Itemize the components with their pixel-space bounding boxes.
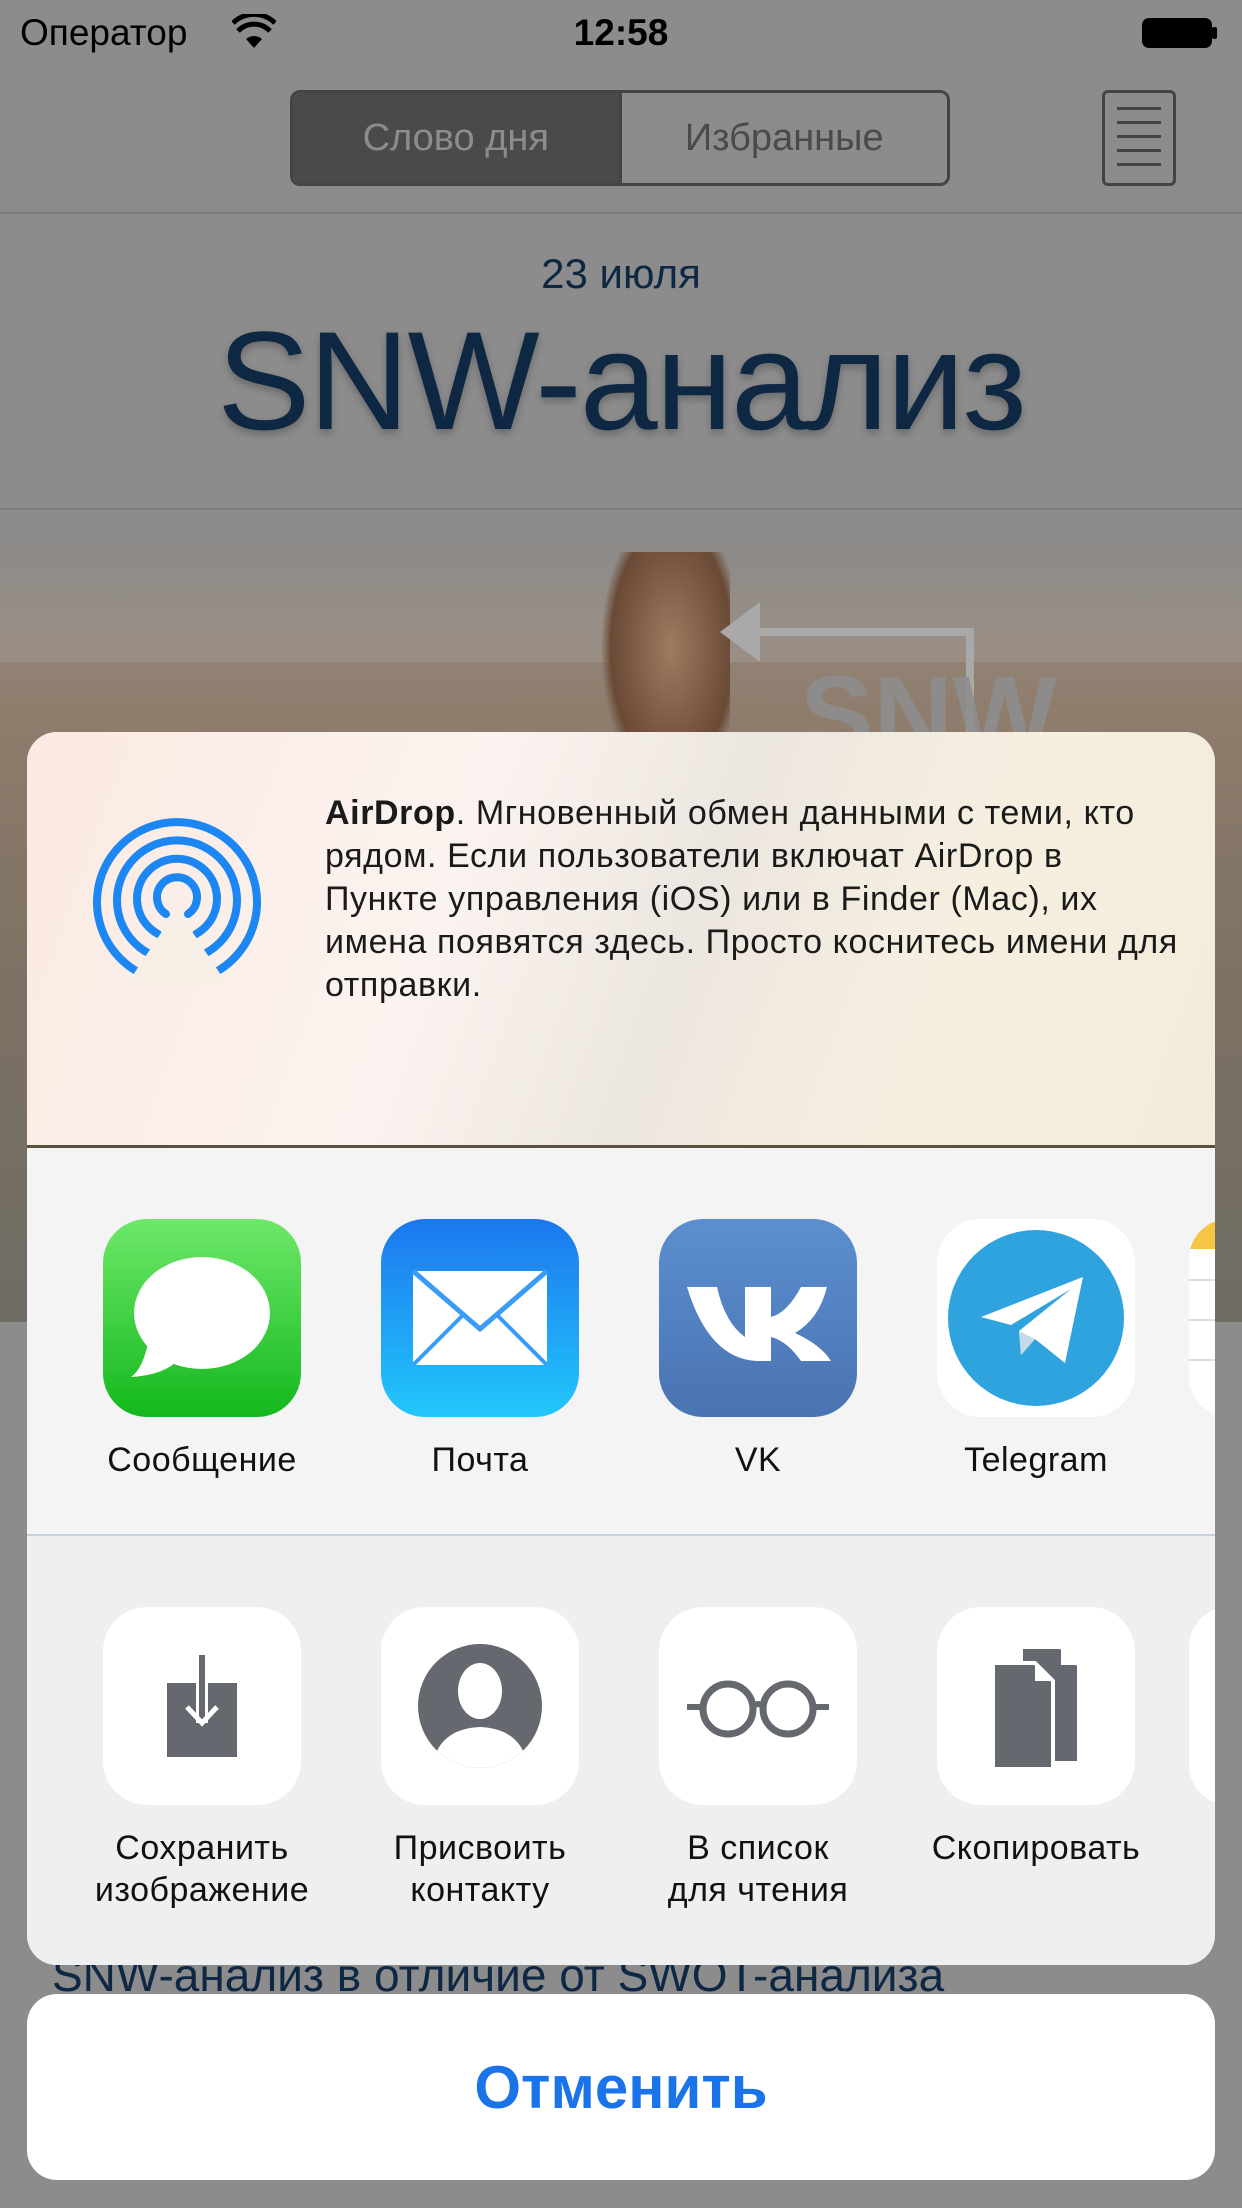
share-sheet: AirDrop. Мгновенный обмен данными с теми… [27,732,1215,1965]
action-label: В список [687,1829,829,1867]
share-app-label: Сообщение [107,1441,297,1479]
tab-word-of-day[interactable]: Слово дня [293,93,619,183]
airdrop-title: AirDrop [325,794,456,832]
battery-icon [1142,18,1217,48]
action-label: Сохранить [115,1829,289,1867]
article-date: 23 июля [541,250,701,297]
tab-favorites[interactable]: Избранные [618,93,947,183]
contact-icon [381,1607,579,1805]
clock: 12:58 [573,12,669,53]
share-app-telegram[interactable]: Telegram [926,1219,1146,1481]
menu-icon[interactable] [1102,90,1176,186]
status-bar: Оператор 12:58 [0,0,1242,66]
navigation-bar: Слово дня Избранные [0,66,1242,214]
share-app-label: VK [734,1441,782,1479]
action-label: Присвоить [393,1829,567,1867]
action-label: изображение [94,1871,310,1909]
mail-icon [381,1219,579,1417]
action-copy[interactable]: Скопировать [926,1607,1146,1869]
telegram-icon [937,1219,1135,1417]
share-app-mail[interactable]: Почта [370,1219,590,1481]
segmented-control: Слово дня Избранные [290,90,950,186]
vk-icon [659,1219,857,1417]
action-reading-list[interactable]: В список для чтения [648,1607,868,1911]
action-label: для чтения [667,1871,849,1909]
copy-icon [937,1607,1135,1805]
save-image-icon [103,1607,301,1805]
share-app-label: Telegram [964,1441,1108,1479]
article-title: SNW-анализ [217,302,1027,459]
action-label: Скопировать [931,1829,1141,1867]
cancel-button[interactable]: Отменить [27,1994,1215,2180]
share-app-messages[interactable]: Сообщение [92,1219,312,1481]
airdrop-description: AirDrop. Мгновенный обмен данными с теми… [325,792,1185,1007]
share-actions-row: Сохранить изображение Присвоить контакту [27,1536,1215,1965]
messages-icon [103,1219,301,1417]
airdrop-icon [93,818,261,984]
action-label: контакту [410,1871,550,1909]
more-action-tile[interactable] [1189,1607,1215,1805]
notes-icon[interactable] [1189,1219,1215,1417]
airdrop-section: AirDrop. Мгновенный обмен данными с теми… [27,732,1215,1146]
reading-list-icon [659,1607,857,1805]
share-app-vk[interactable]: VK [648,1219,868,1481]
action-save-image[interactable]: Сохранить изображение [92,1607,312,1911]
action-assign-contact[interactable]: Присвоить контакту [370,1607,590,1911]
divider [0,508,1242,510]
share-app-label: Почта [431,1441,529,1479]
share-apps-row: Сообщение Почта VK Telegram [27,1148,1215,1536]
